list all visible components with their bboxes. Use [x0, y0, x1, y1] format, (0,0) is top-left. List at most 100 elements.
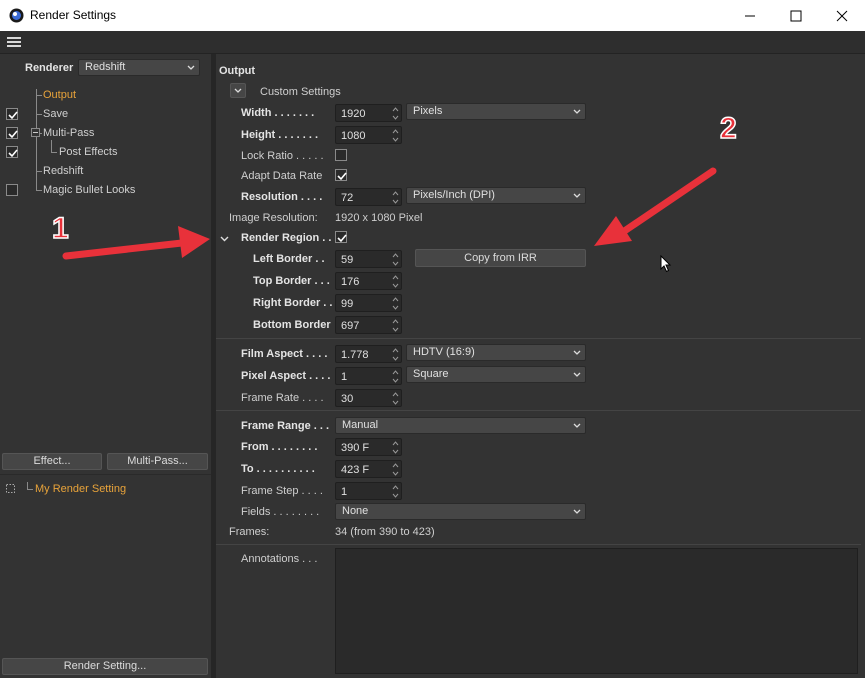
mouse-cursor-icon: [660, 254, 672, 276]
lock-ratio-label: Lock Ratio . . . . .: [241, 150, 324, 162]
spinner-icon: [392, 107, 399, 120]
spinner-icon: [392, 485, 399, 498]
chevron-down-icon: [187, 65, 195, 70]
spinner-icon: [392, 392, 399, 405]
pixel-aspect-dropdown[interactable]: Square: [406, 366, 586, 383]
tree-line: [36, 89, 37, 191]
tree-item-post-effects[interactable]: Post Effects: [59, 146, 118, 158]
pixel-aspect-input[interactable]: 1: [335, 367, 402, 385]
to-label: To . . . . . . . . . .: [241, 463, 315, 475]
frame-range-dropdown[interactable]: Manual: [335, 417, 586, 434]
tree-item-magic-bullet-looks[interactable]: Magic Bullet Looks: [43, 184, 135, 196]
chevron-down-icon: [573, 372, 581, 377]
checkmark-icon: [8, 149, 18, 158]
height-input[interactable]: 1080: [335, 126, 402, 144]
top-border-input[interactable]: 176: [335, 272, 402, 290]
top-border-label: Top Border . . .: [253, 275, 330, 287]
expand-toggle[interactable]: [31, 128, 40, 137]
pixel-aspect-label: Pixel Aspect . . . .: [241, 370, 331, 382]
image-resolution-label: Image Resolution:: [229, 212, 318, 224]
frame-rate-input[interactable]: 30: [335, 389, 402, 407]
chevron-down-icon: [573, 423, 581, 428]
effect-button[interactable]: Effect...: [2, 453, 102, 470]
adapt-data-rate-checkbox[interactable]: [335, 169, 347, 181]
fields-label: Fields . . . . . . . .: [241, 506, 320, 518]
frame-range-label: Frame Range . . .: [241, 420, 330, 432]
chevron-down-icon: [573, 109, 581, 114]
maximize-icon: [790, 10, 802, 21]
multi-pass-button[interactable]: Multi-Pass...: [107, 453, 208, 470]
spinner-icon: [392, 319, 399, 332]
spinner-icon: [392, 441, 399, 454]
title-bar: Render Settings: [0, 0, 865, 31]
spinner-icon: [392, 297, 399, 310]
maximize-button[interactable]: [773, 0, 819, 31]
spinner-icon: [392, 275, 399, 288]
resolution-unit-dropdown[interactable]: Pixels/Inch (DPI): [406, 187, 586, 204]
render-setting-button[interactable]: Render Setting...: [2, 658, 208, 675]
annotation-arrow-2: 2: [594, 106, 754, 254]
copy-from-irr-button[interactable]: Copy from IRR: [415, 249, 586, 267]
bottom-border-input[interactable]: 697: [335, 316, 402, 334]
chevron-down-icon: [573, 350, 581, 355]
lock-ratio-checkbox[interactable]: [335, 149, 347, 161]
render-region-expand-icon[interactable]: [220, 234, 229, 246]
resolution-input[interactable]: 72: [335, 188, 402, 206]
tree-item-redshift[interactable]: Redshift: [43, 165, 83, 177]
post-effects-checkbox[interactable]: [6, 146, 18, 158]
hamburger-menu-icon[interactable]: [7, 36, 21, 51]
frame-rate-label: Frame Rate . . . .: [241, 392, 324, 404]
preset-label: Custom Settings: [260, 86, 341, 98]
chevron-down-icon: [573, 193, 581, 198]
left-border-label: Left Border . .: [253, 253, 325, 265]
renderer-value: Redshift: [85, 61, 126, 73]
spinner-icon: [392, 129, 399, 142]
renderer-dropdown[interactable]: Redshift: [78, 59, 200, 76]
tree-item-multi-pass[interactable]: Multi-Pass: [43, 127, 94, 139]
close-button[interactable]: [819, 0, 865, 31]
frames-value: 34 (from 390 to 423): [335, 526, 435, 538]
setting-node-icon: [6, 484, 15, 496]
renderer-label: Renderer: [25, 62, 74, 74]
preset-menu-button[interactable]: [230, 83, 246, 98]
frame-step-label: Frame Step . . . .: [241, 485, 323, 497]
render-region-checkbox[interactable]: [335, 231, 347, 243]
annotation-arrow-1: 1: [51, 206, 212, 279]
checkmark-icon: [8, 130, 18, 139]
annotations-textarea[interactable]: [335, 548, 858, 674]
width-input[interactable]: 1920: [335, 104, 402, 122]
window-title: Render Settings: [30, 8, 117, 22]
fields-dropdown[interactable]: None: [335, 503, 586, 520]
width-unit-dropdown[interactable]: Pixels: [406, 103, 586, 120]
spinner-icon: [392, 253, 399, 266]
menu-bar: [0, 31, 865, 54]
spinner-icon: [392, 348, 399, 361]
from-label: From . . . . . . . .: [241, 441, 318, 453]
divider: [216, 410, 861, 411]
render-region-label: Render Region . .: [241, 232, 332, 244]
multipass-checkbox[interactable]: [6, 127, 18, 139]
render-setting-item[interactable]: My Render Setting: [35, 483, 126, 495]
divider: [216, 544, 861, 545]
frame-step-input[interactable]: 1: [335, 482, 402, 500]
film-aspect-label: Film Aspect . . . .: [241, 348, 328, 360]
film-aspect-dropdown[interactable]: HDTV (16:9): [406, 344, 586, 361]
checkmark-icon: [337, 234, 347, 243]
minimize-button[interactable]: [727, 0, 773, 31]
save-checkbox[interactable]: [6, 108, 18, 120]
right-border-input[interactable]: 99: [335, 294, 402, 312]
magic-bullet-checkbox[interactable]: [6, 184, 18, 196]
section-title: Output: [219, 65, 256, 77]
image-resolution-value: 1920 x 1080 Pixel: [335, 212, 423, 224]
tree-item-save[interactable]: Save: [43, 108, 68, 120]
from-input[interactable]: 390 F: [335, 438, 402, 456]
close-icon: [836, 10, 848, 21]
adapt-data-rate-label: Adapt Data Rate: [241, 170, 323, 182]
to-input[interactable]: 423 F: [335, 460, 402, 478]
app-logo-icon: [9, 8, 24, 23]
svg-text:2: 2: [720, 112, 737, 145]
minimize-icon: [745, 15, 755, 16]
left-border-input[interactable]: 59: [335, 250, 402, 268]
tree-item-output[interactable]: Output: [43, 89, 76, 101]
film-aspect-input[interactable]: 1.778: [335, 345, 402, 363]
